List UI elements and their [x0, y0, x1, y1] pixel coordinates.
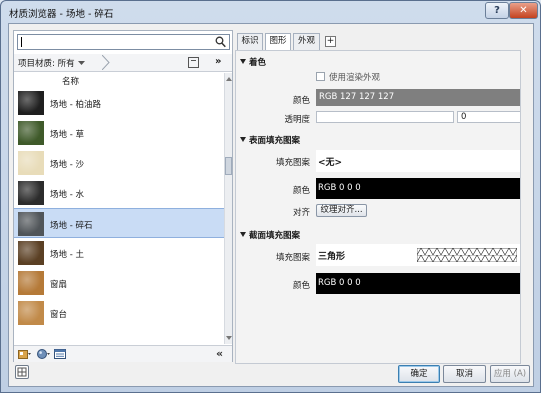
search-icon[interactable]: [215, 36, 226, 48]
material-swatch: [18, 91, 44, 115]
column-header: 名称: [14, 73, 224, 87]
surface-align-label: 对齐: [292, 208, 310, 218]
material-name: 场地 - 土: [50, 250, 84, 260]
title-bar: 材质浏览器 - 场地 - 碎石 ? ✕: [1, 1, 540, 23]
material-swatch: [18, 181, 44, 205]
material-swatch: [18, 151, 44, 175]
material-name: 场地 - 水: [50, 190, 84, 200]
list-item[interactable]: 窗扇: [14, 268, 224, 298]
list-item[interactable]: 场地 - 水: [14, 178, 224, 208]
filter-label: 项目材质: 所有: [18, 59, 75, 69]
asset-browser-icon[interactable]: [54, 348, 68, 360]
create-material-icon[interactable]: [37, 348, 51, 360]
material-swatch: [18, 121, 44, 145]
cancel-button[interactable]: 取消: [443, 365, 486, 383]
material-library-icon[interactable]: [18, 348, 32, 360]
list-item[interactable]: 场地 - 碎石: [14, 208, 224, 238]
list-item[interactable]: 窗台: [14, 298, 224, 328]
cut-color-label: 颜色: [292, 281, 310, 291]
help-button[interactable]: ?: [485, 2, 509, 19]
surface-fill-pattern-field[interactable]: <无>: [316, 150, 520, 172]
shading-color-swatch[interactable]: RGB 127 127 127: [316, 89, 520, 106]
tab-graphics[interactable]: 图形: [265, 33, 291, 51]
shading-color-label: 颜色: [292, 96, 310, 106]
chevron-down-icon: [77, 60, 85, 65]
surface-color-label: 颜色: [292, 186, 310, 196]
tab-appearance[interactable]: 外观: [293, 33, 320, 50]
more-options-button[interactable]: »: [215, 56, 221, 67]
search-input[interactable]: [17, 34, 230, 50]
shading-section-header[interactable]: 着色: [240, 56, 266, 68]
material-name: 场地 - 沙: [50, 160, 84, 170]
dialog-client-area: 项目材质: 所有 » 名称 场地 - 柏油路 场地 - 草场地 - 沙场地 - 水…: [8, 23, 534, 387]
cut-color-swatch[interactable]: RGB 0 0 0: [316, 273, 520, 294]
material-name: 窗扇: [50, 280, 68, 290]
triangle-pattern-preview-icon: [417, 248, 517, 262]
material-list-pane: 项目材质: 所有 » 名称 场地 - 柏油路 场地 - 草场地 - 沙场地 - 水…: [13, 30, 233, 362]
filter-dropdown[interactable]: 项目材质: 所有: [18, 56, 85, 70]
window-title: 材质浏览器 - 场地 - 碎石: [9, 9, 114, 20]
transparency-slider[interactable]: [316, 111, 454, 123]
close-button[interactable]: ✕: [509, 2, 538, 19]
collapse-triangle-icon: [240, 232, 246, 237]
surface-color-swatch[interactable]: RGB 0 0 0: [316, 178, 520, 199]
tab-identity[interactable]: 标识: [237, 33, 263, 50]
panel-toggle-icon[interactable]: [188, 57, 199, 68]
material-swatch: [18, 241, 44, 265]
transparency-input[interactable]: 0: [457, 111, 520, 123]
cut-pattern-section-header[interactable]: 截面填充图案: [240, 229, 300, 241]
use-render-appearance-checkbox[interactable]: [316, 72, 325, 81]
cut-fill-pattern-name: 三角形: [318, 252, 346, 262]
list-item[interactable]: 场地 - 沙: [14, 148, 224, 178]
graphics-properties-pane: 着色 使用渲染外观 颜色 RGB 127 127 127 透明度 0 表面填充图…: [235, 50, 521, 364]
list-item[interactable]: 场地 - 柏油路: [14, 88, 224, 118]
material-swatch: [18, 301, 44, 325]
scroll-down-icon[interactable]: [226, 336, 232, 340]
use-render-appearance-label: 使用渲染外观: [329, 73, 381, 83]
material-list: 场地 - 柏油路 场地 - 草场地 - 沙场地 - 水场地 - 碎石 场地 - 土窗…: [14, 88, 224, 344]
breadcrumb-arrow-icon: [102, 55, 110, 70]
scroll-up-icon[interactable]: [226, 77, 232, 81]
material-name: 场地 - 柏油路: [50, 100, 101, 110]
list-item[interactable]: 场地 - 土: [14, 238, 224, 268]
list-scrollbar[interactable]: [224, 73, 232, 344]
cut-fill-pattern-field[interactable]: 三角形: [316, 244, 520, 266]
material-editor-icon[interactable]: [15, 365, 29, 379]
grid-icon: [17, 367, 27, 377]
filter-bar: 项目材质: 所有 »: [14, 54, 232, 72]
material-swatch: [18, 212, 44, 236]
collapse-triangle-icon: [240, 137, 246, 142]
surface-fill-label: 填充图案: [275, 158, 310, 168]
material-browser-window: 材质浏览器 - 场地 - 碎石 ? ✕ 项目材质: 所有 » 名称 场地 - 柏…: [0, 0, 541, 393]
material-name: 场地 - 草: [50, 130, 84, 140]
material-name: 窗台: [50, 310, 68, 320]
apply-button[interactable]: 应用 (A): [490, 365, 530, 383]
material-name: 场地 - 碎石: [50, 221, 93, 231]
library-toolbar: «: [14, 345, 232, 362]
text-caret: [21, 37, 22, 47]
add-tab-button[interactable]: +: [325, 36, 336, 47]
cut-fill-label: 填充图案: [275, 253, 310, 263]
transparency-label: 透明度: [284, 115, 310, 125]
collapse-triangle-icon: [240, 59, 246, 64]
list-item[interactable]: 场地 - 草: [14, 118, 224, 148]
surface-pattern-section-header[interactable]: 表面填充图案: [240, 134, 300, 146]
column-header-name: 名称: [62, 77, 80, 87]
material-swatch: [18, 271, 44, 295]
collapse-panel-icon[interactable]: «: [216, 347, 223, 360]
scroll-thumb[interactable]: [225, 157, 232, 175]
ok-button[interactable]: 确定: [398, 365, 440, 383]
texture-align-button[interactable]: 纹理对齐...: [316, 204, 367, 217]
